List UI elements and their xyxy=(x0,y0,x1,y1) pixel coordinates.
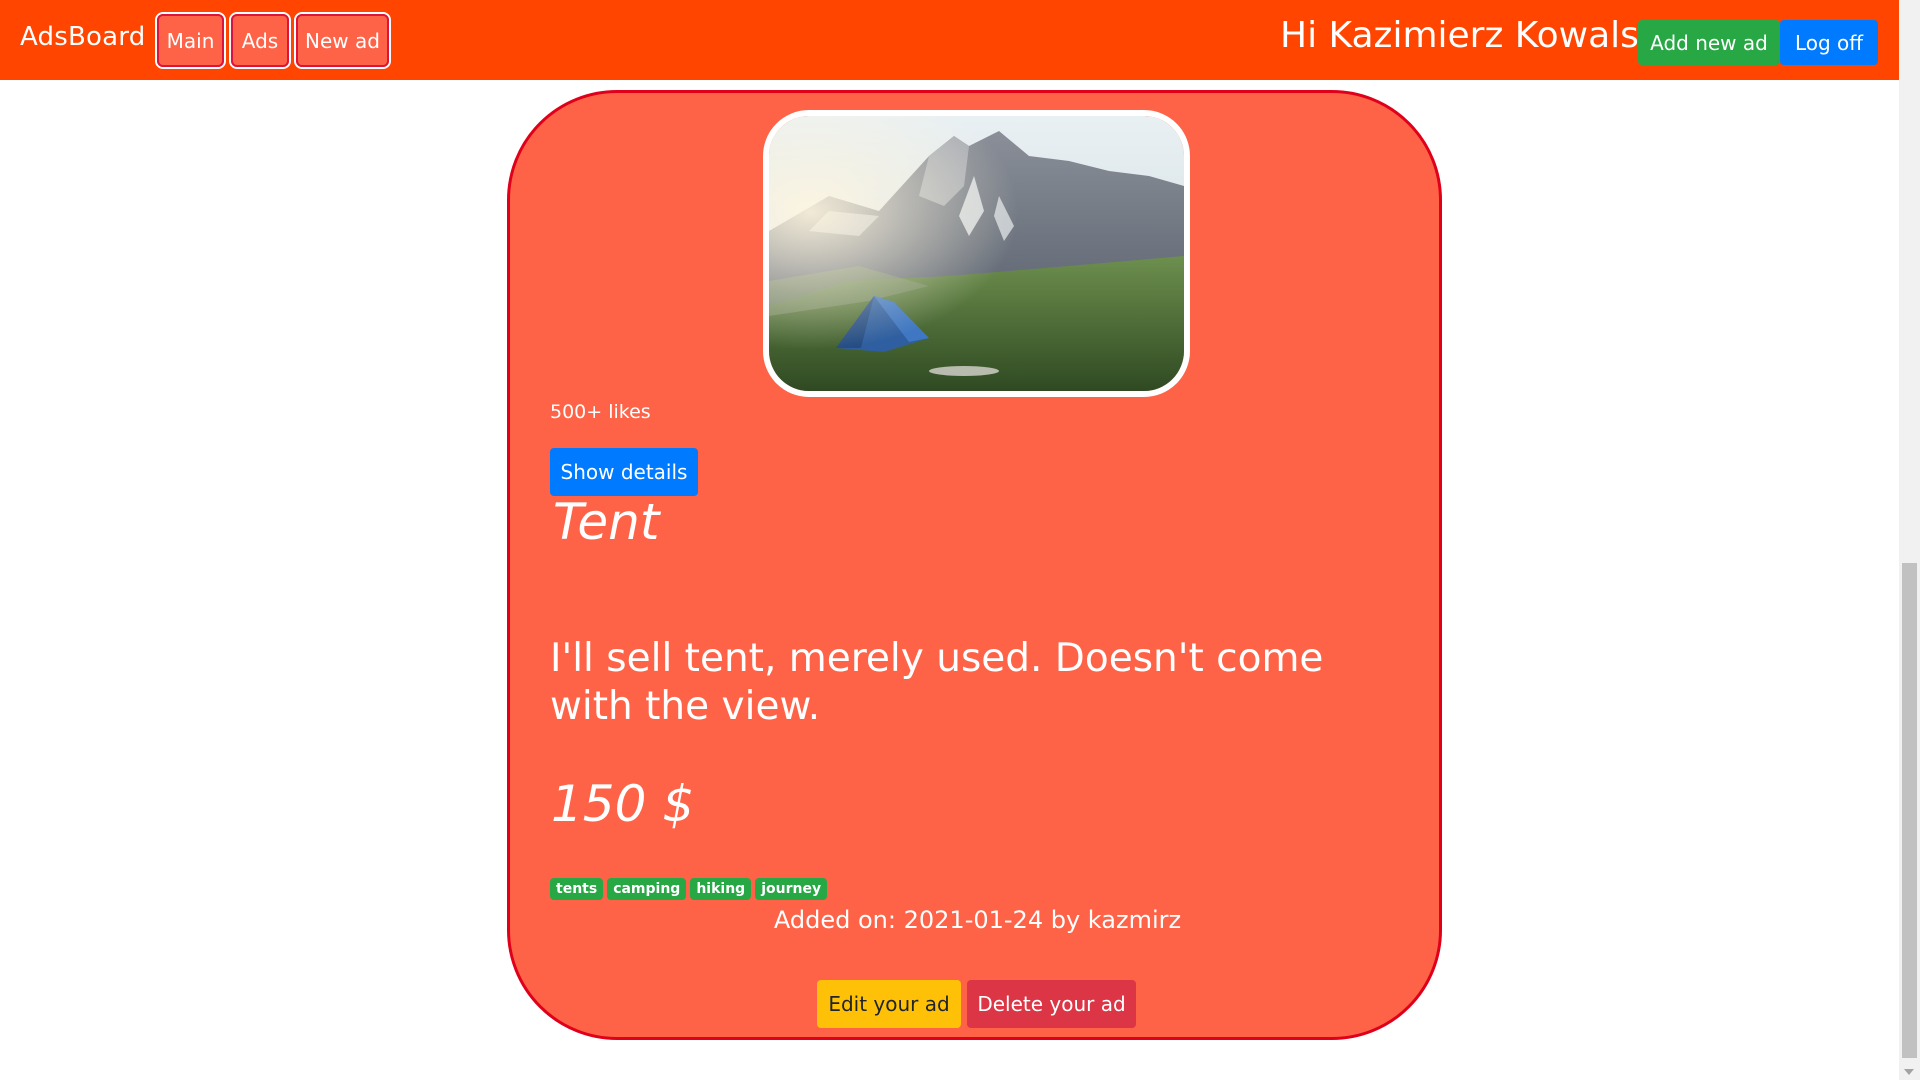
user-greeting: Hi Kazimierz Kowalski xyxy=(1280,15,1670,56)
tag-badge[interactable]: journey xyxy=(755,878,828,900)
add-new-ad-button[interactable]: Add new ad xyxy=(1638,20,1780,65)
tag-list: tents camping hiking journey xyxy=(550,878,828,900)
delete-ad-button[interactable]: Delete your ad xyxy=(967,980,1136,1028)
show-details-button[interactable]: Show details xyxy=(550,448,698,496)
added-info: Added on: 2021-01-24 by kazmirz xyxy=(773,906,1182,934)
ad-description: I'll sell tent, merely used. Doesn't com… xyxy=(550,636,1324,729)
tag-badge[interactable]: hiking xyxy=(690,878,752,900)
nav-new-ad-button[interactable]: New ad xyxy=(294,12,391,69)
top-navbar: AdsBoard Main Ads New ad Hi Kazimierz Ko… xyxy=(0,0,1899,80)
ad-image xyxy=(763,110,1190,397)
page-scrollbar[interactable] xyxy=(1899,0,1920,1080)
nav-main-button[interactable]: Main xyxy=(155,12,226,69)
scroll-down-arrow-icon[interactable] xyxy=(1904,1069,1914,1075)
tag-badge[interactable]: tents xyxy=(550,878,604,900)
edit-ad-button[interactable]: Edit your ad xyxy=(817,980,961,1028)
mountain-tent-photo-icon xyxy=(769,116,1184,391)
ad-title: Tent xyxy=(553,493,660,551)
tag-badge[interactable]: camping xyxy=(607,878,687,900)
scrollbar-thumb[interactable] xyxy=(1902,563,1917,1058)
ad-card: 500+ likes Show details Tent I'll sell t… xyxy=(507,90,1442,1040)
likes-count: 500+ likes xyxy=(550,401,651,423)
brand-logo[interactable]: AdsBoard xyxy=(20,22,145,52)
nav-ads-button[interactable]: Ads xyxy=(229,12,291,69)
log-off-button[interactable]: Log off xyxy=(1780,20,1878,65)
ad-price: 150 $ xyxy=(551,775,695,833)
